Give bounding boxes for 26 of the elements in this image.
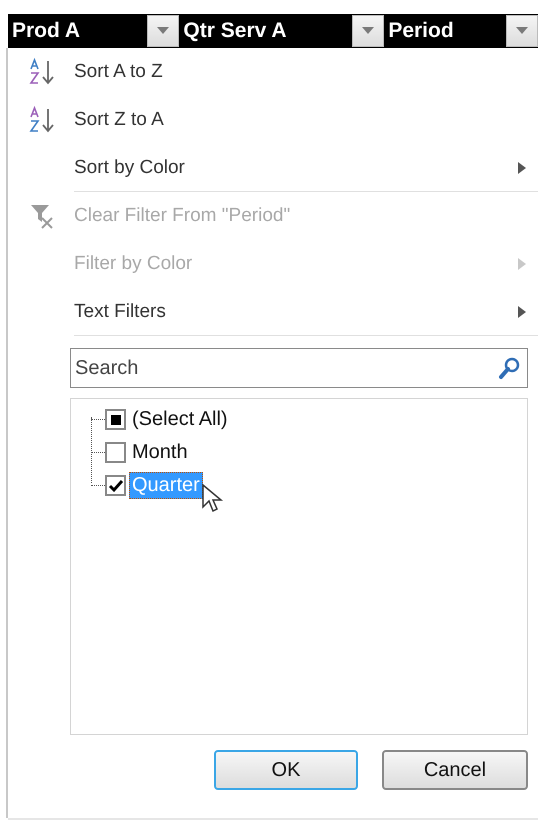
caret-icon xyxy=(516,27,528,35)
checkbox[interactable] xyxy=(105,409,126,430)
column-header: Period xyxy=(388,19,454,43)
menu-item[interactable]: Sort A to Z xyxy=(8,48,538,96)
value-option[interactable]: Month xyxy=(129,439,191,466)
checkbox[interactable] xyxy=(105,475,126,496)
column-header: Qtr Serv A xyxy=(183,19,287,43)
menu-item[interactable]: Sort Z to A xyxy=(8,96,538,144)
dialog-button[interactable]: Cancel xyxy=(382,750,528,790)
submenu-arrow-icon xyxy=(518,258,526,270)
filter-dropdown-button[interactable] xyxy=(506,15,538,47)
submenu-arrow-icon xyxy=(518,306,526,318)
search-icon xyxy=(498,356,522,380)
filter-dropdown-button[interactable] xyxy=(147,15,180,47)
filter-dropdown-button[interactable] xyxy=(352,15,384,47)
cursor-icon xyxy=(201,483,225,515)
submenu-arrow-icon xyxy=(518,162,526,174)
dialog-button[interactable]: OK xyxy=(214,750,358,790)
caret-icon xyxy=(157,27,170,35)
search-field[interactable]: Search xyxy=(70,348,528,388)
menu-item[interactable]: Text Filters xyxy=(8,288,538,336)
checkbox[interactable] xyxy=(105,442,126,463)
menu-item[interactable]: Sort by Color xyxy=(8,144,538,192)
value-option[interactable]: (Select All) xyxy=(129,406,231,433)
caret-icon xyxy=(362,27,374,35)
column-header: Prod A xyxy=(12,19,80,43)
